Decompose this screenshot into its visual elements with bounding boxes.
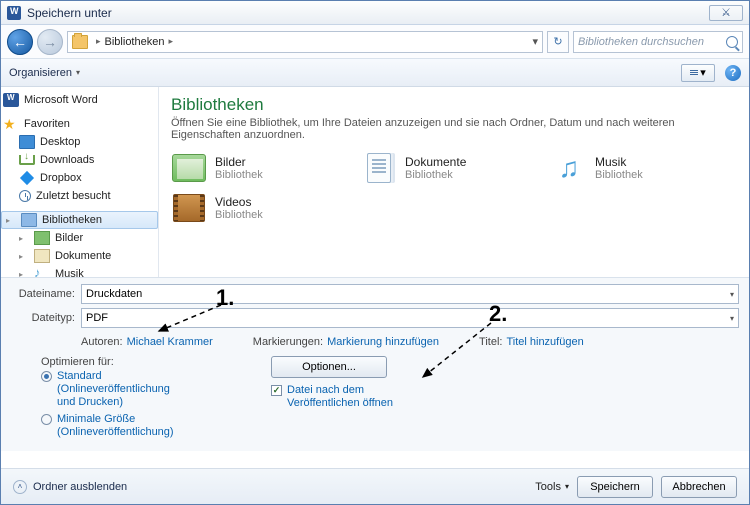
save-as-dialog: Speichern unter ⚔ ← → ▸ Bibliotheken ▸ ▾…: [0, 0, 750, 505]
close-button[interactable]: ⚔: [709, 5, 743, 21]
sidebar-item-documents[interactable]: ▸Dokumente: [1, 247, 158, 265]
sidebar-item-music[interactable]: ▸♪Musik: [1, 265, 158, 277]
refresh-button[interactable]: ↻: [547, 31, 569, 53]
radio-minimal[interactable]: Minimale Größe (Onlineveröffentlichung): [41, 413, 181, 439]
breadcrumb-arrow-icon: ▸: [96, 36, 101, 47]
hide-folders-button[interactable]: ˄ Ordner ausblenden: [13, 480, 127, 494]
open-after-publish-checkbox[interactable]: ✓ Datei nach dem Veröffentlichen öffnen: [271, 384, 421, 410]
navigation-sidebar: Microsoft Word ★Favoriten Desktop Downlo…: [1, 87, 159, 277]
content-pane: Bibliotheken Öffnen Sie eine Bibliothek,…: [159, 87, 749, 277]
form-panel: Dateiname: Druckdaten▾ Dateityp: PDF▾ Au…: [1, 277, 749, 451]
expand-icon: ▸: [19, 252, 27, 261]
library-item-music[interactable]: ♫ MusikBibliothek: [551, 151, 701, 185]
filename-label: Dateiname:: [11, 288, 75, 300]
search-input[interactable]: Bibliotheken durchsuchen: [573, 31, 743, 53]
expand-icon: ▸: [6, 216, 14, 225]
view-options-button[interactable]: ▾: [681, 64, 715, 82]
content-description: Öffnen Sie eine Bibliothek, um Ihre Date…: [171, 117, 737, 141]
filetype-label: Dateityp:: [11, 312, 75, 324]
search-placeholder: Bibliotheken durchsuchen: [578, 36, 704, 48]
pictures-library-icon: [172, 154, 206, 182]
save-button[interactable]: Speichern: [577, 476, 653, 498]
sidebar-item-libraries[interactable]: ▸Bibliotheken: [1, 211, 158, 229]
chevron-down-icon[interactable]: ▾: [730, 290, 734, 299]
sidebar-item-recent[interactable]: Zuletzt besucht: [1, 187, 158, 205]
sidebar-item-desktop[interactable]: Desktop: [1, 133, 158, 151]
cancel-button[interactable]: Abbrechen: [661, 476, 737, 498]
folder-icon: [72, 35, 88, 49]
authors-value[interactable]: Michael Krammer: [127, 336, 213, 348]
word-app-icon: [7, 6, 21, 20]
expand-icon: ▸: [19, 234, 27, 243]
filetype-select[interactable]: PDF▾: [81, 308, 739, 328]
title-value[interactable]: Titel hinzufügen: [506, 336, 583, 348]
sidebar-item-word[interactable]: Microsoft Word: [1, 91, 158, 109]
dialog-footer: ˄ Ordner ausblenden Tools▾ Speichern Abb…: [1, 468, 749, 504]
chevron-down-icon: ▾: [700, 66, 706, 79]
recent-icon: [19, 190, 31, 202]
music-library-icon: ♫: [551, 151, 587, 185]
word-icon: [3, 93, 19, 107]
library-item-pictures[interactable]: BilderBibliothek: [171, 151, 321, 185]
checkbox-icon: ✓: [271, 385, 282, 396]
window-title: Speichern unter: [27, 6, 112, 20]
filename-input[interactable]: Druckdaten▾: [81, 284, 739, 304]
sidebar-item-downloads[interactable]: Downloads: [1, 151, 158, 169]
address-bar[interactable]: ▸ Bibliotheken ▸ ▾: [67, 31, 543, 53]
options-button[interactable]: Optionen...: [271, 356, 387, 378]
help-button[interactable]: ?: [725, 65, 741, 81]
title-label: Titel:: [479, 336, 502, 348]
forward-button[interactable]: →: [37, 29, 63, 55]
back-button[interactable]: ←: [7, 29, 33, 55]
videos-library-icon: [173, 194, 205, 222]
desktop-icon: [19, 135, 35, 149]
documents-icon: [34, 249, 50, 263]
breadcrumb-arrow-icon: ▸: [168, 36, 173, 47]
libraries-icon: [21, 213, 37, 227]
tags-value[interactable]: Markierung hinzufügen: [327, 336, 439, 348]
address-dropdown-icon[interactable]: ▾: [532, 35, 538, 48]
chevron-down-icon: ▾: [76, 68, 80, 77]
organize-button[interactable]: Organisieren ▾: [9, 67, 80, 79]
chevron-down-icon: ▾: [565, 482, 569, 491]
tags-label: Markierungen:: [253, 336, 323, 348]
documents-library-icon: [367, 153, 391, 183]
chevron-down-icon[interactable]: ▾: [730, 314, 734, 323]
search-icon: [726, 36, 738, 48]
library-item-documents[interactable]: DokumenteBibliothek: [361, 151, 511, 185]
tools-dropdown[interactable]: Tools▾: [535, 481, 569, 493]
pictures-icon: [34, 231, 50, 245]
titlebar: Speichern unter ⚔: [1, 1, 749, 25]
dropbox-icon: [20, 171, 34, 185]
authors-label: Autoren:: [81, 336, 123, 348]
radio-icon: [41, 414, 52, 425]
expand-icon: ▸: [19, 270, 27, 278]
library-item-videos[interactable]: VideosBibliothek: [171, 191, 321, 225]
sidebar-item-dropbox[interactable]: Dropbox: [1, 169, 158, 187]
content-heading: Bibliotheken: [171, 95, 737, 115]
chevron-up-icon: ˄: [13, 480, 27, 494]
downloads-icon: [19, 155, 35, 165]
radio-standard[interactable]: Standard (Onlineveröffentlichung und Dru…: [41, 370, 181, 409]
optimize-label: Optimieren für:: [41, 356, 114, 368]
music-icon: ♪: [34, 267, 50, 277]
list-view-icon: [690, 70, 698, 75]
sidebar-item-pictures[interactable]: ▸Bilder: [1, 229, 158, 247]
sidebar-item-favorites[interactable]: ★Favoriten: [1, 115, 158, 133]
star-icon: ★: [3, 117, 19, 131]
navigation-bar: ← → ▸ Bibliotheken ▸ ▾ ↻ Bibliotheken du…: [1, 25, 749, 59]
breadcrumb[interactable]: Bibliotheken: [105, 36, 165, 48]
toolbar: Organisieren ▾ ▾ ?: [1, 59, 749, 87]
radio-icon: [41, 371, 52, 382]
